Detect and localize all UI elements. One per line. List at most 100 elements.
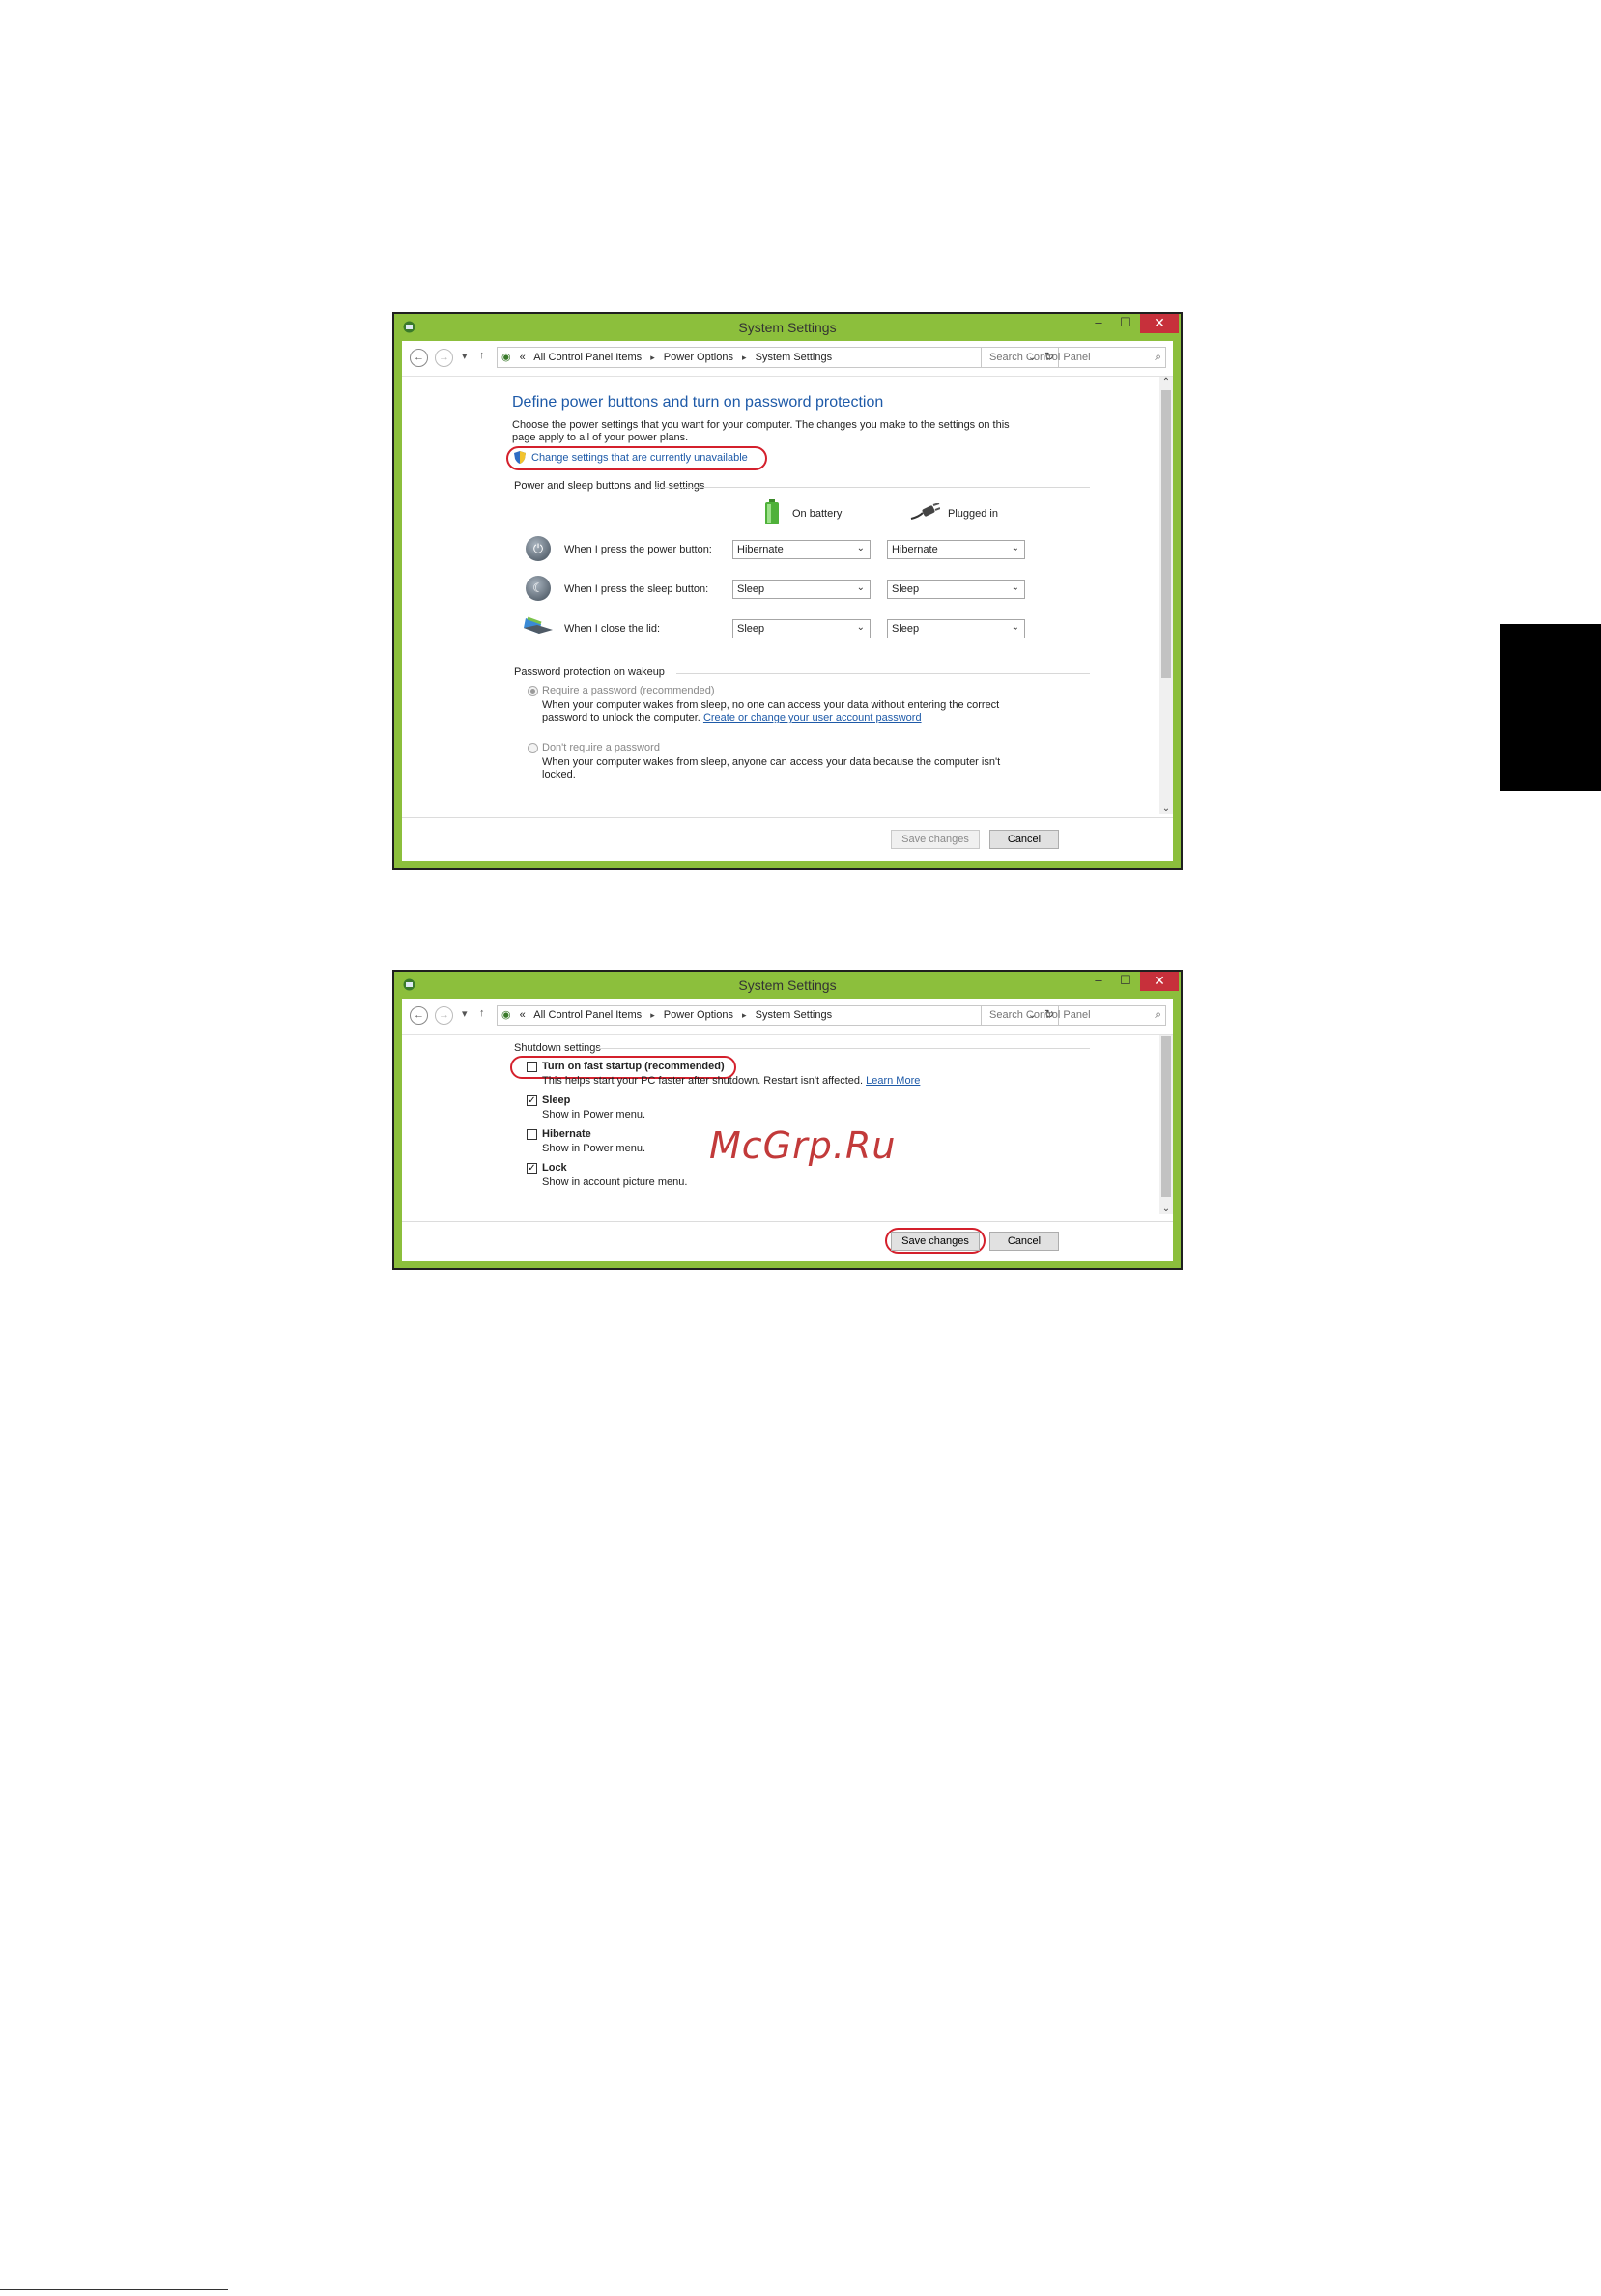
sleep-button-plugged-select[interactable]: Sleep ⌄: [887, 580, 1025, 599]
power-button-battery-select[interactable]: Hibernate ⌄: [732, 540, 871, 559]
fast-startup-desc-text: This helps start your PC faster after sh…: [542, 1075, 864, 1087]
up-arrow-icon[interactable]: ↑: [479, 1007, 485, 1019]
select-value: Sleep: [737, 623, 765, 635]
title-bar[interactable]: System Settings – ☐ ✕: [394, 972, 1181, 997]
minimize-button[interactable]: –: [1086, 314, 1111, 333]
chevron-down-icon: ⌄: [1011, 622, 1019, 633]
require-password-radio[interactable]: [528, 686, 538, 696]
uac-shield-icon: [514, 451, 526, 468]
sleep-button-icon: ☾: [526, 576, 551, 601]
breadcrumb-system-settings[interactable]: System Settings: [756, 352, 832, 363]
learn-more-link[interactable]: Learn More: [866, 1075, 920, 1087]
select-value: Hibernate: [892, 544, 938, 555]
select-value: Sleep: [737, 583, 765, 595]
scroll-up-icon[interactable]: ⌃: [1159, 377, 1173, 387]
minimize-button[interactable]: –: [1086, 972, 1111, 991]
column-plugged-in: Plugged in: [948, 508, 998, 520]
create-password-link[interactable]: Create or change your user account passw…: [703, 712, 922, 723]
save-changes-button[interactable]: Save changes: [891, 830, 980, 849]
content-area: Define power buttons and turn on passwor…: [402, 377, 1173, 814]
power-button-plugged-select[interactable]: Hibernate ⌄: [887, 540, 1025, 559]
path-field[interactable]: ◉ « All Control Panel Items ▸ Power Opti…: [497, 1005, 1059, 1026]
search-input[interactable]: [987, 351, 1146, 364]
scroll-down-icon[interactable]: ⌄: [1159, 804, 1173, 814]
save-changes-button[interactable]: Save changes: [891, 1232, 980, 1251]
watermark: McGrp.Ru: [709, 1124, 897, 1167]
chevron-down-icon: ⌄: [856, 622, 865, 633]
no-password-radio[interactable]: [528, 743, 538, 753]
page-edge-tab: [1500, 624, 1601, 791]
breadcrumb-overflow[interactable]: «: [520, 1009, 526, 1021]
require-password-desc-2: password to unlock the computer. Create …: [542, 712, 922, 723]
path-field[interactable]: ◉ « All Control Panel Items ▸ Power Opti…: [497, 347, 1059, 368]
forward-arrow-icon[interactable]: →: [435, 1006, 453, 1025]
select-value: Hibernate: [737, 544, 784, 555]
vertical-scrollbar[interactable]: ⌃ ⌄: [1159, 377, 1173, 814]
scroll-thumb[interactable]: [1161, 390, 1171, 678]
maximize-button[interactable]: ☐: [1113, 314, 1138, 333]
back-arrow-icon[interactable]: ←: [410, 349, 428, 367]
close-lid-plugged-select[interactable]: Sleep ⌄: [887, 619, 1025, 638]
hibernate-checkbox[interactable]: [527, 1129, 537, 1140]
change-settings-link[interactable]: Change settings that are currently unava…: [531, 452, 748, 464]
fast-startup-desc: This helps start your PC faster after sh…: [542, 1075, 920, 1087]
scroll-down-icon[interactable]: ⌄: [1159, 1204, 1173, 1214]
lock-label: Lock: [542, 1162, 567, 1174]
close-button[interactable]: ✕: [1140, 314, 1179, 333]
close-button[interactable]: ✕: [1140, 972, 1179, 991]
button-footer: Save changes Cancel: [402, 817, 1173, 861]
search-input[interactable]: [987, 1008, 1146, 1022]
section-divider: [595, 1048, 1090, 1049]
cancel-button[interactable]: Cancel: [989, 830, 1059, 849]
column-on-battery: On battery: [792, 508, 843, 520]
breadcrumb-power-options[interactable]: Power Options: [664, 1009, 733, 1021]
search-box[interactable]: ⌕: [981, 347, 1166, 368]
no-password-desc-2: locked.: [542, 769, 576, 780]
breadcrumb-all-items[interactable]: All Control Panel Items: [533, 1009, 642, 1021]
back-arrow-icon[interactable]: ←: [410, 1006, 428, 1025]
close-lid-battery-select[interactable]: Sleep ⌄: [732, 619, 871, 638]
breadcrumb-separator-icon: ▸: [742, 1010, 747, 1020]
row-label-sleep-button: When I press the sleep button:: [564, 583, 709, 595]
section-password: Password protection on wakeup: [514, 666, 665, 678]
breadcrumb-power-options[interactable]: Power Options: [664, 352, 733, 363]
forward-arrow-icon[interactable]: →: [435, 349, 453, 367]
window-title: System Settings: [738, 978, 837, 993]
section-shutdown: Shutdown settings: [514, 1042, 601, 1054]
section-power-buttons: Power and sleep buttons and lid settings: [514, 480, 705, 492]
no-password-desc-1: When your computer wakes from sleep, any…: [542, 756, 1001, 768]
maximize-button[interactable]: ☐: [1113, 972, 1138, 991]
row-label-power-button: When I press the power button:: [564, 544, 712, 555]
chevron-down-icon: ⌄: [856, 582, 865, 593]
control-panel-small-icon: ◉: [501, 352, 511, 363]
up-arrow-icon[interactable]: ↑: [479, 350, 485, 361]
search-box[interactable]: ⌕: [981, 1005, 1166, 1026]
address-bar: ← → ▾ ↑ ◉ « All Control Panel Items ▸ Po…: [402, 341, 1173, 377]
fast-startup-checkbox[interactable]: [527, 1062, 537, 1072]
lock-desc: Show in account picture menu.: [542, 1176, 688, 1188]
fast-startup-label: Turn on fast startup (recommended): [542, 1061, 725, 1072]
recent-pages-chevron-icon[interactable]: ▾: [462, 350, 468, 362]
title-bar[interactable]: System Settings – ☐ ✕: [394, 314, 1181, 339]
breadcrumb-all-items[interactable]: All Control Panel Items: [533, 352, 642, 363]
breadcrumb-overflow[interactable]: «: [520, 352, 526, 363]
power-button-icon: ⏻: [526, 536, 551, 561]
breadcrumb-system-settings[interactable]: System Settings: [756, 1009, 832, 1021]
sleep-button-battery-select[interactable]: Sleep ⌄: [732, 580, 871, 599]
recent-pages-chevron-icon[interactable]: ▾: [462, 1007, 468, 1020]
search-icon[interactable]: ⌕: [1155, 1007, 1161, 1022]
chevron-down-icon: ⌄: [1011, 582, 1019, 593]
search-icon[interactable]: ⌕: [1155, 350, 1161, 364]
require-password-desc-2-text: password to unlock the computer.: [542, 712, 700, 723]
sleep-checkbox[interactable]: ✓: [527, 1095, 537, 1106]
intro-text-line-2: page apply to all of your power plans.: [512, 432, 689, 443]
address-bar: ← → ▾ ↑ ◉ « All Control Panel Items ▸ Po…: [402, 999, 1173, 1035]
no-password-label: Don't require a password: [542, 742, 660, 753]
select-value: Sleep: [892, 583, 920, 595]
lock-checkbox[interactable]: ✓: [527, 1163, 537, 1174]
select-value: Sleep: [892, 623, 920, 635]
cancel-button[interactable]: Cancel: [989, 1232, 1059, 1251]
vertical-scrollbar[interactable]: ⌄: [1159, 1035, 1173, 1214]
battery-icon: [764, 499, 780, 529]
scroll-thumb[interactable]: [1161, 1036, 1171, 1197]
